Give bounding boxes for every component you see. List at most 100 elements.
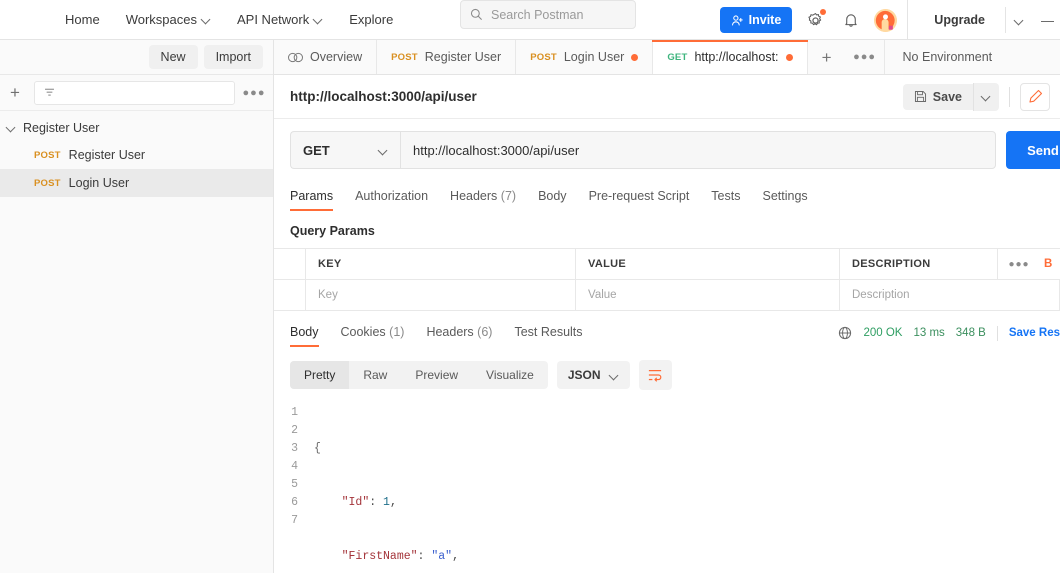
tab-test-results[interactable]: Test Results — [503, 325, 593, 347]
filter-input[interactable] — [34, 80, 235, 105]
sidebar-item-label: Login User — [68, 176, 130, 190]
tab-response-body[interactable]: Body — [290, 325, 330, 347]
code-line: { — [314, 440, 1060, 458]
table-row[interactable]: Key Value Description — [274, 280, 1060, 311]
postman-app: Home Workspaces API Network Explore Sear… — [0, 0, 1060, 573]
tab-headers[interactable]: Headers (7) — [439, 189, 527, 211]
view-mode-visualize[interactable]: Visualize — [472, 361, 548, 389]
invite-label: Invite — [748, 13, 782, 27]
search-placeholder: Search Postman — [491, 7, 584, 22]
value-input[interactable]: Value — [576, 280, 840, 310]
invite-person-icon — [731, 14, 744, 27]
view-mode-pretty[interactable]: Pretty — [290, 361, 350, 389]
globe-icon[interactable] — [838, 326, 852, 340]
json-open-brace: { — [314, 442, 321, 455]
json-value: "a" — [431, 550, 453, 563]
window-minimize-button[interactable]: — — [1033, 13, 1054, 28]
tab-pre-request-script[interactable]: Pre-request Script — [578, 189, 701, 211]
sidebar-item-register-user[interactable]: POST Register User — [0, 141, 273, 169]
nav-api-network-label: API Network — [236, 12, 310, 27]
tab-settings[interactable]: Settings — [751, 189, 818, 211]
tab-cookies[interactable]: Cookies (1) — [330, 325, 416, 347]
sidebar-filter-row: + ●●● — [0, 75, 273, 111]
tab-count: (6) — [477, 325, 493, 339]
send-button[interactable]: Send — [1006, 131, 1060, 169]
line-number: 2 — [291, 424, 298, 437]
new-tab-button[interactable]: + — [808, 40, 846, 74]
save-button[interactable]: Save — [902, 83, 973, 110]
request-section-tabs: Params Authorization Headers (7) Body Pr… — [274, 181, 1060, 211]
line-number: 6 — [291, 496, 298, 509]
chevron-down-icon — [202, 15, 211, 24]
upgrade-button[interactable]: Upgrade — [920, 7, 999, 33]
tab-label: Settings — [762, 189, 808, 203]
key-input[interactable]: Key — [306, 280, 576, 310]
floppy-disk-icon — [914, 90, 927, 103]
tab-response-headers[interactable]: Headers (6) — [415, 325, 503, 347]
table-header-row: KEY VALUE DESCRIPTION ●●● B — [274, 249, 1060, 280]
settings-button[interactable] — [802, 7, 828, 33]
description-input[interactable]: Description — [840, 280, 1060, 310]
response-meta: 200 OK 13 ms 348 B Save Res — [838, 325, 1060, 347]
tab-register-user[interactable]: POST Register User — [377, 40, 517, 74]
line-number: 3 — [291, 442, 298, 455]
row-checkbox-cell[interactable] — [274, 280, 306, 310]
key-placeholder: Key — [318, 289, 338, 301]
tab-label: Headers — [426, 325, 474, 339]
save-response-button[interactable]: Save Res — [1009, 327, 1060, 339]
nav-api-network[interactable]: API Network — [224, 7, 336, 32]
response-body-viewer[interactable]: 1 2 3 4 5 6 7 { "Id": 1, "FirstName": "a… — [274, 398, 1060, 573]
tab-body[interactable]: Body — [527, 189, 578, 211]
tab-label: Cookies — [340, 325, 386, 339]
line-number: 5 — [291, 478, 298, 491]
import-button[interactable]: Import — [203, 45, 263, 69]
view-mode-raw[interactable]: Raw — [349, 361, 401, 389]
page-title: http://localhost:3000/api/user — [290, 89, 477, 104]
tab-menu-button[interactable]: ●●● — [846, 40, 884, 74]
tab-params[interactable]: Params — [290, 189, 344, 211]
plus-icon[interactable]: + — [4, 82, 26, 104]
nav-home-label: Home — [65, 12, 100, 27]
method-select[interactable]: GET — [290, 131, 400, 169]
view-mode-preview[interactable]: Preview — [401, 361, 472, 389]
notifications-button[interactable] — [838, 7, 864, 33]
word-wrap-icon — [647, 368, 663, 382]
status-badge: 200 OK — [863, 327, 903, 339]
value-placeholder: Value — [588, 289, 617, 301]
method-badge: POST — [34, 149, 61, 161]
column-header-key: KEY — [306, 249, 576, 279]
sidebar-item-login-user[interactable]: POST Login User — [0, 169, 273, 197]
sidebar-folder-register-user[interactable]: Register User — [0, 115, 273, 141]
tab-label: Pre-request Script — [588, 189, 690, 203]
search-input[interactable]: Search Postman — [460, 0, 636, 29]
divider — [996, 325, 998, 341]
json-key: "FirstName" — [341, 550, 418, 563]
tab-count: (7) — [500, 189, 517, 203]
upgrade-menu-button[interactable] — [1005, 7, 1033, 33]
url-input[interactable]: http://localhost:3000/api/user — [400, 131, 996, 169]
tab-authorization[interactable]: Authorization — [344, 189, 439, 211]
avatar[interactable] — [874, 8, 898, 32]
tab-login-user[interactable]: POST Login User — [516, 40, 654, 74]
more-horizontal-icon[interactable]: ●●● — [998, 249, 1040, 279]
format-select[interactable]: JSON — [556, 361, 630, 389]
nav-home[interactable]: Home — [52, 7, 113, 32]
nav-workspaces[interactable]: Workspaces — [113, 7, 224, 32]
word-wrap-button[interactable] — [638, 360, 672, 390]
new-button[interactable]: New — [148, 45, 198, 69]
tab-overview[interactable]: Overview — [274, 40, 378, 74]
sidebar: New Import + ●●● Register User POST Regi… — [0, 40, 274, 573]
environment-selector[interactable]: No Environment — [883, 40, 1060, 74]
save-options-button[interactable] — [973, 82, 999, 111]
tab-count: (1) — [389, 325, 405, 339]
more-horizontal-icon[interactable]: ●●● — [243, 82, 265, 104]
chevron-down-icon — [314, 15, 323, 24]
bulk-edit-link[interactable]: B — [1040, 249, 1060, 279]
method-select-value: GET — [303, 142, 330, 158]
code-line: "Id": 1, — [341, 496, 397, 509]
nav-explore[interactable]: Explore — [336, 7, 406, 32]
invite-button[interactable]: Invite — [719, 7, 793, 33]
edit-button[interactable] — [1020, 82, 1050, 111]
tab-tests[interactable]: Tests — [700, 189, 751, 211]
tab-localhost-get[interactable]: GET http://localhost: — [652, 40, 808, 74]
